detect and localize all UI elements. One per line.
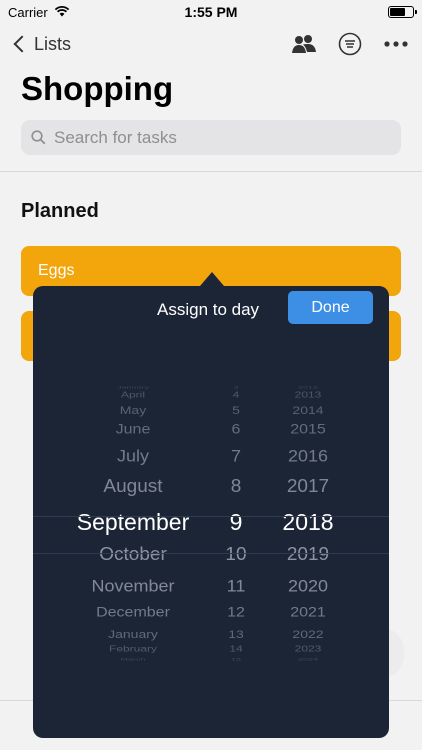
search-bar[interactable] (21, 120, 401, 155)
year-option[interactable]: 2019 (273, 544, 343, 566)
year-option[interactable]: 2014 (273, 404, 343, 416)
month-option[interactable]: January (68, 628, 198, 640)
year-option[interactable]: 2021 (273, 605, 343, 621)
day-option[interactable]: 3 (211, 385, 261, 390)
ellipsis-icon (384, 41, 408, 47)
popover-arrow (200, 272, 224, 286)
day-option[interactable]: 15 (211, 657, 261, 662)
year-option[interactable]: 2012 (273, 385, 343, 390)
day-option[interactable]: 5 (211, 404, 261, 416)
year-option[interactable]: 2024 (273, 657, 343, 662)
share-list-button[interactable] (290, 30, 318, 58)
page-title: Shopping (21, 70, 174, 107)
day-option[interactable]: 10 (211, 544, 261, 566)
year-option[interactable]: 2016 (273, 447, 343, 467)
month-option[interactable]: February (68, 644, 198, 653)
filter-lines-icon (338, 32, 362, 56)
year-option[interactable]: 2022 (273, 628, 343, 640)
search-icon (31, 130, 46, 145)
day-option[interactable]: 8 (211, 476, 261, 498)
status-left: Carrier (8, 5, 70, 20)
back-button[interactable]: Lists (12, 34, 71, 55)
battery-level (390, 8, 406, 16)
month-option[interactable]: March (68, 657, 198, 662)
month-option[interactable]: January (68, 385, 198, 390)
filter-button[interactable] (336, 30, 364, 58)
month-option-selected[interactable]: September (68, 509, 198, 536)
task-label: Eggs (38, 262, 75, 279)
year-wheel[interactable]: 2012 2013 2014 2015 2016 2017 2018 2019 2020 2021… (273, 376, 343, 676)
people-icon (292, 35, 316, 53)
day-option[interactable]: 7 (211, 447, 261, 467)
month-option[interactable]: November (68, 577, 198, 597)
nav-actions (290, 30, 410, 58)
year-option[interactable]: 2017 (273, 476, 343, 498)
picker-selection-top (33, 516, 389, 517)
day-option[interactable]: 6 (211, 422, 261, 438)
day-option-selected[interactable]: 9 (211, 509, 261, 536)
month-option[interactable]: July (68, 447, 198, 467)
month-wheel[interactable]: January April May June July August September Oc… (68, 376, 198, 676)
chevron-left-icon (13, 35, 31, 53)
section-title: Planned (21, 200, 99, 222)
day-option[interactable]: 12 (211, 605, 261, 621)
year-option[interactable]: 2020 (273, 577, 343, 597)
search-input[interactable] (54, 127, 374, 148)
year-option-selected[interactable]: 2018 (273, 509, 343, 536)
date-picker[interactable]: January April May June July August September Oc… (33, 376, 389, 676)
month-option[interactable]: October (68, 544, 198, 566)
month-option[interactable]: August (68, 476, 198, 498)
year-option[interactable]: 2023 (273, 644, 343, 653)
wifi-icon (54, 5, 70, 20)
year-option[interactable]: 2013 (273, 390, 343, 399)
day-option[interactable]: 13 (211, 628, 261, 640)
header-divider (0, 171, 422, 172)
year-option[interactable]: 2015 (273, 422, 343, 438)
month-option[interactable]: April (68, 390, 198, 399)
picker-selection-bottom (33, 553, 389, 554)
carrier-label: Carrier (8, 4, 48, 20)
battery-icon (388, 6, 417, 18)
more-button[interactable] (382, 30, 410, 58)
day-option[interactable]: 4 (211, 390, 261, 399)
day-wheel[interactable]: 3 4 5 6 7 8 9 10 11 12 13 14 15 (211, 376, 261, 676)
month-option[interactable]: June (68, 422, 198, 438)
day-option[interactable]: 11 (211, 577, 261, 597)
back-label: Lists (34, 33, 72, 54)
popover-title: Assign to day (157, 300, 260, 319)
month-option[interactable]: May (68, 404, 198, 416)
status-bar: Carrier 1:55 PM (0, 0, 422, 24)
month-option[interactable]: December (68, 605, 198, 621)
assign-day-popover: Assign to day Done January April May June Ju… (33, 286, 389, 738)
nav-bar: Lists (0, 26, 422, 62)
day-option[interactable]: 14 (211, 644, 261, 653)
done-button[interactable]: Done (288, 291, 373, 324)
